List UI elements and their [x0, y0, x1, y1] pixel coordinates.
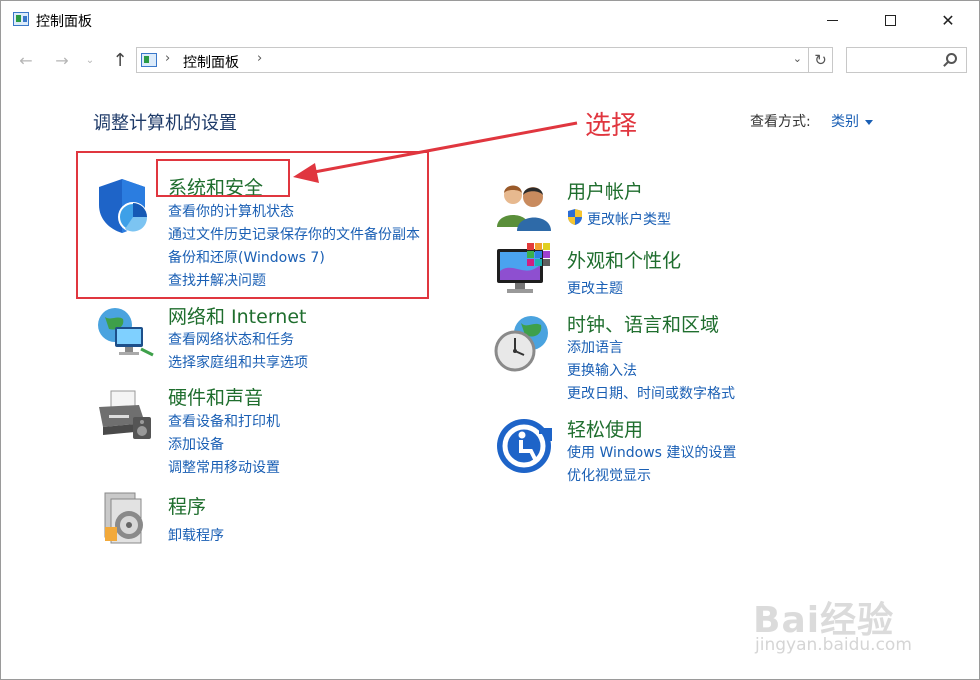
link-windows-recommended-settings[interactable]: 使用 Windows 建议的设置 [567, 442, 736, 462]
title-bar: 控制面板 ✕ [1, 1, 979, 39]
printer-icon [99, 390, 151, 439]
arrow-up-icon: ↑ [112, 49, 128, 71]
clock-globe-icon [494, 316, 548, 372]
forward-button[interactable]: → [51, 49, 73, 71]
refresh-icon: ↻ [814, 51, 827, 69]
window-title: 控制面板 [36, 14, 92, 30]
breadcrumb-control-panel[interactable]: 控制面板 [183, 52, 239, 72]
minimize-button[interactable] [809, 1, 855, 39]
link-add-device[interactable]: 添加设备 [168, 434, 224, 454]
category-hardware-sound[interactable]: 硬件和声音 [168, 383, 263, 410]
link-change-account-type[interactable]: 更改帐户类型 [587, 209, 671, 229]
address-dropdown-icon[interactable]: ⌄ [793, 52, 802, 65]
breadcrumb-chevron-icon[interactable]: › [165, 51, 170, 66]
chevron-down-icon: ⌄ [85, 54, 95, 66]
category-ease-of-access[interactable]: 轻松使用 [567, 415, 643, 442]
refresh-button[interactable]: ↻ [809, 47, 833, 73]
category-user-accounts[interactable]: 用户帐户 [567, 177, 643, 204]
up-button[interactable]: ↑ [109, 49, 131, 71]
category-clock-language-region[interactable]: 时钟、语言和区域 [567, 310, 719, 337]
view-by-label: 查看方式: [750, 114, 811, 130]
appearance-icon [497, 243, 550, 293]
ease-of-access-icon [497, 419, 552, 473]
maximize-icon [884, 14, 896, 26]
watermark: Bai经验 jingyan.baidu.com [753, 591, 953, 663]
navigation-bar: ← → ⌄ ↑ › 控制面板 › ⌄ ↻ [1, 39, 979, 83]
category-programs[interactable]: 程序 [168, 492, 206, 519]
link-optimize-visual-display[interactable]: 优化视觉显示 [567, 465, 651, 485]
link-homegroup[interactable]: 选择家庭组和共享选项 [168, 352, 308, 372]
link-devices-printers[interactable]: 查看设备和打印机 [168, 411, 280, 431]
search-icon [946, 53, 957, 64]
control-panel-icon [13, 12, 29, 26]
close-button[interactable]: ✕ [925, 1, 971, 39]
programs-icon [104, 492, 143, 544]
breadcrumb-chevron-icon[interactable]: › [257, 51, 262, 66]
link-change-date-time-format[interactable]: 更改日期、时间或数字格式 [567, 383, 735, 403]
recent-locations-button[interactable]: ⌄ [83, 49, 97, 71]
link-uninstall-program[interactable]: 卸载程序 [168, 525, 224, 545]
network-icon [98, 308, 154, 357]
link-change-input-method[interactable]: 更换输入法 [567, 360, 637, 380]
maximize-button[interactable] [867, 1, 913, 39]
link-network-status[interactable]: 查看网络状态和任务 [168, 329, 294, 349]
back-button[interactable]: ← [15, 49, 37, 71]
close-icon: ✕ [941, 10, 955, 30]
uac-shield-icon [568, 209, 582, 225]
control-panel-window: 控制面板 ✕ ← → ⌄ ↑ › 控制面板 › ⌄ ↻ 调整计算机的设置 查看方… [0, 0, 980, 680]
search-input[interactable] [846, 47, 967, 73]
arrow-right-icon: → [55, 50, 69, 70]
annotation-label: 选择 [585, 111, 638, 141]
user-accounts-icon [497, 185, 551, 231]
link-change-theme[interactable]: 更改主题 [567, 278, 623, 298]
category-network-internet[interactable]: 网络和 Internet [168, 302, 306, 329]
arrow-left-icon: ← [19, 50, 33, 70]
minimize-icon [826, 19, 838, 21]
view-by-dropdown[interactable]: 类别 [831, 111, 873, 131]
page-title: 调整计算机的设置 [93, 113, 237, 134]
link-mobility-settings[interactable]: 调整常用移动设置 [168, 457, 280, 477]
address-bar[interactable]: › 控制面板 › ⌄ [136, 47, 809, 73]
link-add-language[interactable]: 添加语言 [567, 337, 623, 357]
control-panel-icon [141, 53, 157, 67]
annotation-title-box [156, 159, 290, 197]
category-appearance[interactable]: 外观和个性化 [567, 246, 681, 273]
watermark-url: jingyan.baidu.com [755, 635, 912, 655]
